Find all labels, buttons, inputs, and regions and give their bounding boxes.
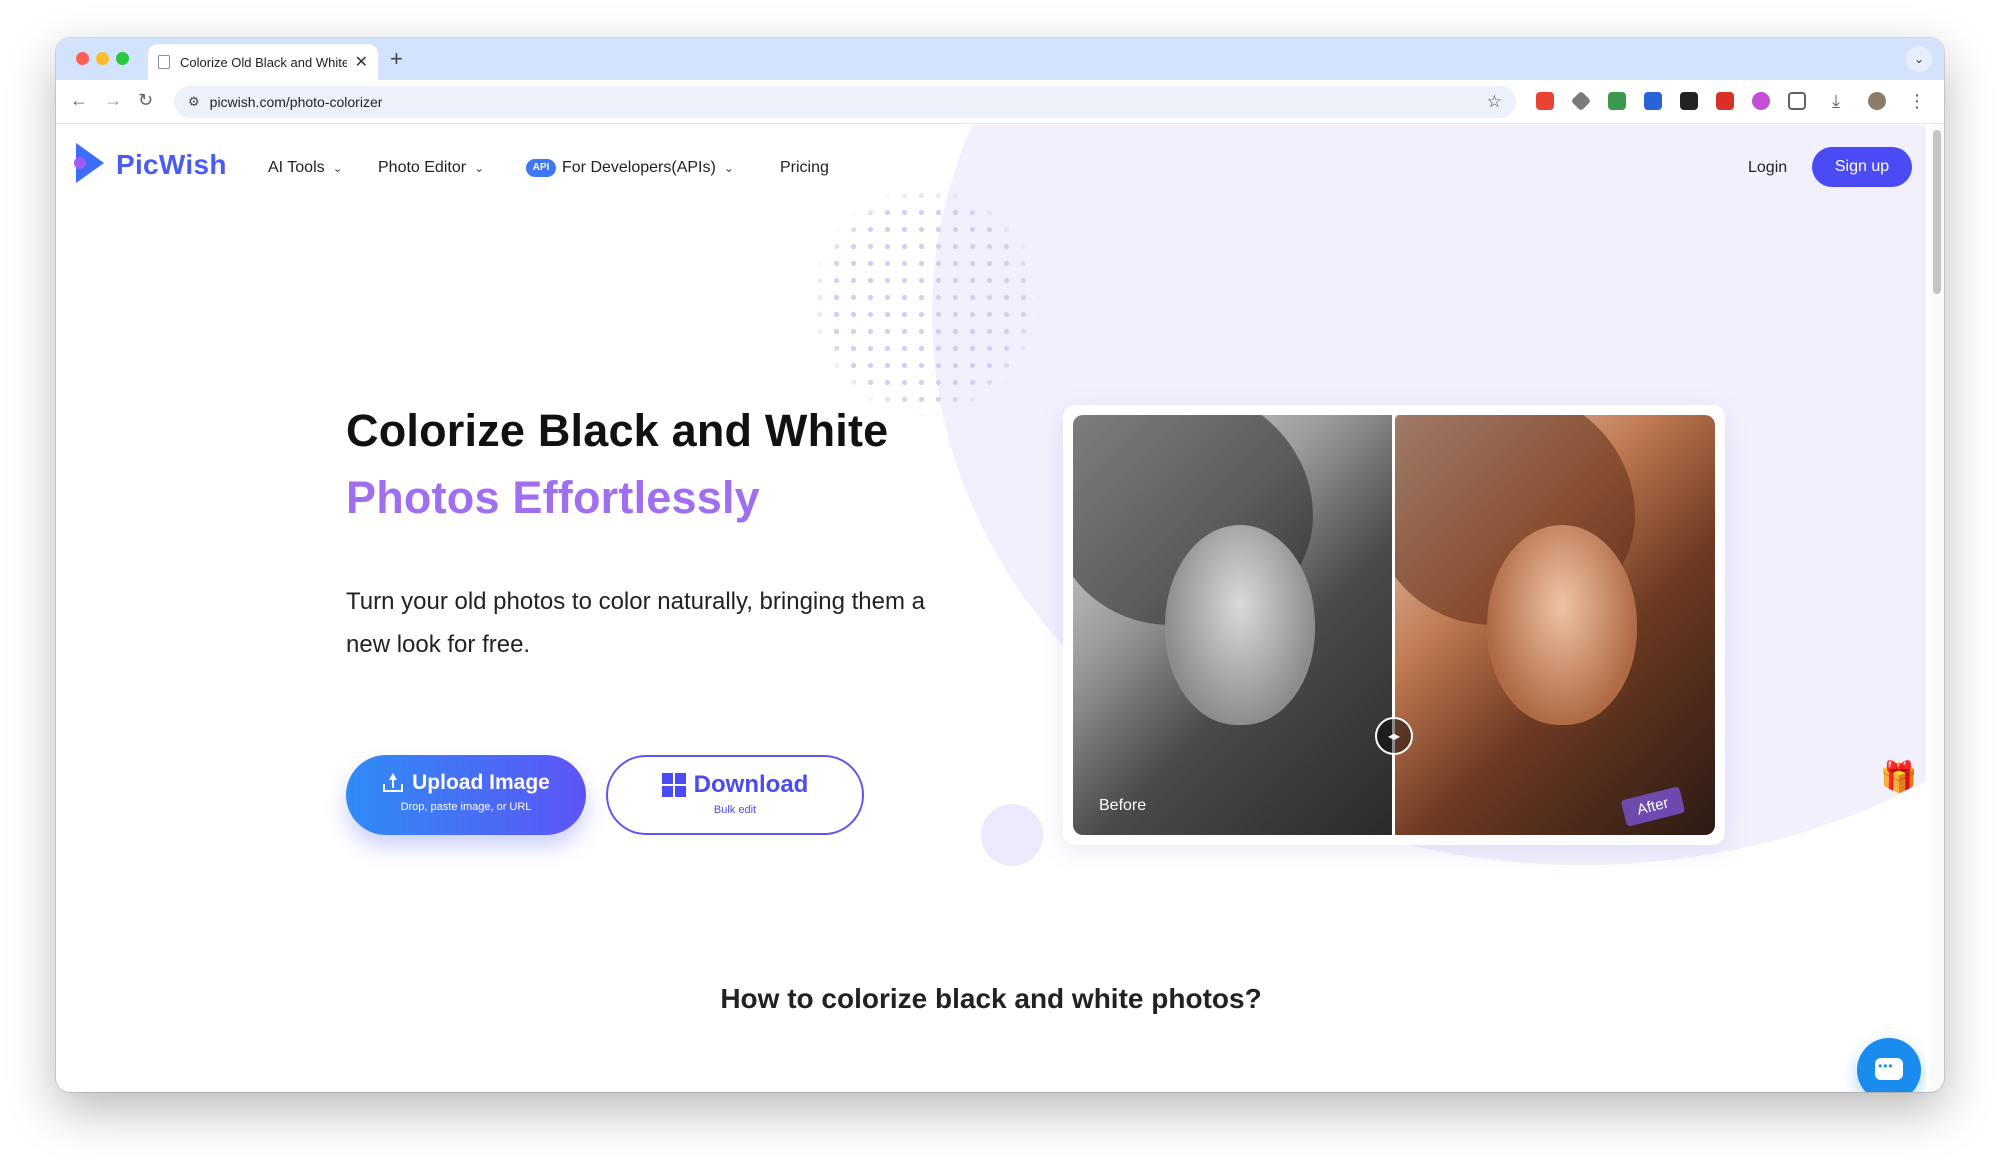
hero-title-accent: Photos Effortlessly <box>346 472 760 523</box>
nav-ai-tools[interactable]: AI Tools ⌄ <box>268 159 343 177</box>
download-button-hint: Bulk edit <box>713 804 757 816</box>
extension-red-icon[interactable] <box>1716 92 1734 110</box>
downloads-icon[interactable]: ⤓ <box>1832 91 1840 112</box>
minimize-window-button[interactable] <box>96 52 109 65</box>
profile-icon[interactable] <box>1868 92 1886 110</box>
extension-purple-icon[interactable] <box>1752 92 1770 110</box>
nav-pricing[interactable]: Pricing <box>780 159 829 177</box>
tab-close-icon[interactable]: ✕ <box>355 52 368 72</box>
browser-tab[interactable]: Colorize Old Black and White ✕ <box>148 44 378 80</box>
upload-button-hint: Drop, paste image, or URL <box>400 801 532 813</box>
scrollbar-thumb[interactable] <box>1933 130 1941 294</box>
nav-developers-label: For Developers(APIs) <box>562 159 716 176</box>
download-button[interactable]: Download Bulk edit <box>606 755 864 835</box>
gift-icon[interactable]: 🎁 <box>1880 760 1917 795</box>
back-icon[interactable]: ← <box>70 90 88 111</box>
web-page: PicWish AI Tools ⌄ Photo Editor ⌄ API For … <box>56 125 1926 1092</box>
decorative-circle <box>981 804 1043 866</box>
upload-icon <box>382 773 404 793</box>
signup-button[interactable]: Sign up <box>1812 147 1912 187</box>
url-text[interactable]: picwish.com/photo-colorizer <box>210 94 1487 110</box>
site-settings-icon[interactable]: ⚙ <box>188 94 200 110</box>
picwish-logo-icon <box>74 143 106 187</box>
dot-pattern <box>811 187 1041 417</box>
api-cloud-icon: API <box>526 159 556 177</box>
reload-icon[interactable]: ↻ <box>138 90 153 111</box>
picwish-logo[interactable]: PicWish <box>74 143 227 187</box>
download-button-label: Download <box>693 771 809 798</box>
before-photo <box>1073 415 1393 835</box>
before-after-card: ◂▸ Before After <box>1063 405 1725 845</box>
nav-photo-editor-label: Photo Editor <box>378 159 467 176</box>
upload-image-button[interactable]: Upload Image Drop, paste image, or URL <box>346 755 586 835</box>
extensions-puzzle-icon[interactable] <box>1788 92 1806 110</box>
chat-bubble-icon <box>1875 1058 1903 1080</box>
brand-name: PicWish <box>116 149 227 180</box>
address-bar[interactable]: ⚙ picwish.com/photo-colorizer ☆ <box>174 86 1516 118</box>
upload-button-label: Upload Image <box>412 771 550 794</box>
hero-description: Turn your old photos to color naturally,… <box>346 588 925 658</box>
tab-title: Colorize Old Black and White <box>180 54 347 70</box>
after-photo <box>1395 415 1715 835</box>
windows-icon <box>661 773 686 797</box>
browser-toolbar: ← → ↻ ⚙ picwish.com/photo-colorizer ☆ ⤓ … <box>56 80 1944 124</box>
new-tab-button[interactable]: + <box>390 46 403 72</box>
extension-green-icon[interactable] <box>1608 92 1626 110</box>
tab-search-button[interactable]: ⌄ <box>1906 46 1932 72</box>
chevron-down-icon: ⌄ <box>474 161 485 175</box>
gmail-extension-icon[interactable] <box>1536 92 1554 110</box>
extension-diamond-icon[interactable] <box>1570 90 1592 112</box>
how-to-title: How to colorize black and white photos? <box>720 983 1262 1014</box>
chat-support-button[interactable] <box>1857 1038 1921 1092</box>
before-label: Before <box>1099 797 1147 814</box>
chevron-down-icon: ⌄ <box>723 161 734 175</box>
hero-title: Colorize Black and White <box>346 405 889 456</box>
menu-icon[interactable]: ⋮ <box>1908 91 1926 112</box>
login-link[interactable]: Login <box>1748 159 1787 177</box>
forward-icon[interactable]: → <box>104 90 122 111</box>
nav-ai-tools-label: AI Tools <box>268 159 325 176</box>
maximize-window-button[interactable] <box>116 52 129 65</box>
bookmark-star-icon[interactable]: ☆ <box>1487 92 1502 112</box>
nav-developers[interactable]: API For Developers(APIs) ⌄ <box>526 159 734 177</box>
chevron-down-icon: ⌄ <box>332 161 343 175</box>
notion-extension-icon[interactable] <box>1680 92 1698 110</box>
close-window-button[interactable] <box>76 52 89 65</box>
nav-pricing-label: Pricing <box>780 159 829 176</box>
tab-strip: Colorize Old Black and White ✕ + ⌄ <box>56 38 1944 80</box>
browser-window: Colorize Old Black and White ✕ + ⌄ ← → ↻… <box>56 38 1944 1092</box>
nav-photo-editor[interactable]: Photo Editor ⌄ <box>378 159 484 177</box>
comparison-divider[interactable] <box>1392 415 1395 835</box>
page-icon <box>158 55 170 69</box>
extension-blue-icon[interactable] <box>1644 92 1662 110</box>
slider-handle-icon[interactable]: ◂▸ <box>1375 717 1413 755</box>
